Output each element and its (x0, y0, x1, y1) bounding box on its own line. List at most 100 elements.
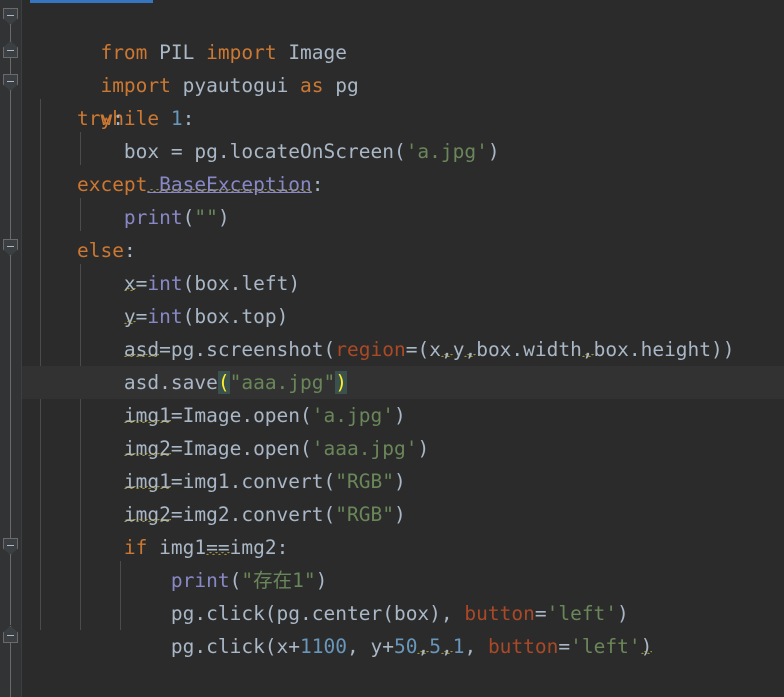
token-punct: ) (217, 206, 230, 229)
token-string: "RGB" (335, 503, 394, 526)
token-expression: =img2.convert( (170, 503, 336, 526)
token-number: 1100 (300, 635, 347, 658)
token-punct: ) (417, 437, 430, 460)
token-string: 'left' (546, 602, 618, 625)
code-line[interactable]: except BaseException: (22, 168, 784, 201)
token-punct: , (464, 338, 477, 361)
token-expression: box = pg.locateOnScreen( (123, 140, 406, 163)
token-builtin-int: int (147, 272, 183, 295)
token-operator: = (135, 305, 148, 328)
editor-gutter[interactable] (0, 0, 22, 697)
code-line[interactable]: print("存在1") (22, 564, 784, 597)
token-number: 50 (393, 635, 418, 658)
code-text-area[interactable]: from PIL import Image import pyautogui a… (22, 0, 784, 697)
token-punct: , (417, 635, 430, 658)
token-punct: : (276, 536, 289, 559)
fold-minus-icon (7, 635, 14, 636)
token-string: "存在1" (241, 569, 316, 592)
token-matched-bracket-open: ( (217, 371, 230, 394)
code-line[interactable]: from PIL import Image (22, 3, 784, 64)
token-variable: img1 (123, 470, 171, 493)
code-line[interactable]: img1=img1.convert("RGB") (22, 465, 784, 498)
token-variable: y (123, 305, 136, 328)
code-line[interactable]: import pyautogui as pg (22, 36, 784, 97)
code-line[interactable]: while 1: (22, 69, 784, 130)
token-string: 'a.jpg' (405, 140, 488, 163)
token-punct: ( (229, 569, 242, 592)
code-line[interactable]: if img1==img2: (22, 531, 784, 564)
token-operand: img2 (229, 536, 277, 559)
token-punct: , (440, 338, 453, 361)
code-line[interactable]: else: (22, 234, 784, 267)
fold-minus-icon (7, 50, 14, 51)
token-punct: , (464, 635, 488, 658)
token-punct: ) (617, 602, 629, 625)
code-line-current[interactable]: asd.save("aaa.jpg") (22, 366, 784, 399)
token-number: 5 (429, 635, 441, 658)
token-operator: = (135, 272, 148, 295)
token-punct: ) (393, 470, 406, 493)
token-string: 'aaa.jpg' (311, 437, 418, 460)
token-expression: =Image.open( (170, 437, 312, 460)
token-variable: img2 (123, 503, 171, 526)
code-line[interactable]: pg.click(pg.center(box), button='left') (22, 597, 784, 630)
token-keyword: else (76, 239, 124, 262)
token-expression: =Image.open( (170, 404, 312, 427)
code-editor-window[interactable]: from PIL import Image import pyautogui a… (0, 0, 784, 697)
token-builtin-print: print (123, 206, 183, 229)
token-keyword: try (76, 107, 113, 130)
token-variable: x (123, 272, 136, 295)
code-line[interactable]: img2=Image.open('aaa.jpg') (22, 432, 784, 465)
token-punct: : (311, 173, 324, 196)
fold-minus-icon (7, 545, 14, 546)
code-line[interactable]: x=int(box.left) (22, 267, 784, 300)
token-arg: y (452, 338, 465, 361)
token-expression: (box.left) (182, 272, 301, 295)
token-number: 1 (452, 635, 465, 658)
fold-connector-line (10, 553, 11, 625)
token-expression: pg.click(x+ (170, 635, 301, 658)
token-builtin-print: print (170, 569, 230, 592)
token-expression: , y+ (347, 635, 394, 658)
token-string: "aaa.jpg" (229, 371, 336, 394)
code-line[interactable]: print("") (22, 201, 784, 234)
code-line[interactable]: try: (22, 102, 784, 135)
code-line[interactable]: pg.click(x+1100, y+50,5,1, button='left'… (22, 630, 784, 663)
token-keyword-argument: button (487, 635, 559, 658)
token-expression: =pg.screenshot( (159, 338, 336, 361)
token-keyword-argument: button (464, 602, 535, 625)
token-variable: asd (123, 338, 160, 361)
token-expression: pg.click(pg.center(box), (170, 602, 465, 625)
token-variable: img2 (123, 437, 171, 460)
token-operator: =( (405, 338, 430, 361)
token-expression: asd.save (123, 371, 218, 394)
fold-minus-icon (7, 15, 14, 16)
code-line[interactable]: asd=pg.screenshot(region=(x,y,box.width,… (22, 333, 784, 366)
fold-connector-line (10, 253, 11, 543)
code-line[interactable]: img2=img2.convert("RGB") (22, 498, 784, 531)
token-expression: (box.top) (182, 305, 289, 328)
token-arg: box.height)) (593, 338, 735, 361)
token-operator: = (534, 602, 547, 625)
token-operator: = (558, 635, 571, 658)
token-punct: : (112, 107, 124, 130)
token-punct: ) (640, 635, 653, 658)
token-arg: box.width (476, 338, 582, 361)
token-punct: ) (393, 404, 406, 427)
token-keyword: if (123, 536, 148, 559)
code-line[interactable]: box = pg.locateOnScreen('a.jpg') (22, 135, 784, 168)
token-keyword: except (76, 173, 148, 196)
token-matched-bracket-close: ) (335, 371, 348, 394)
token-punct: ) (487, 140, 500, 163)
fold-connector-line (10, 640, 11, 697)
token-string: "RGB" (335, 470, 394, 493)
token-builtin-int: int (147, 305, 183, 328)
code-line[interactable]: img1=Image.open('a.jpg') (22, 399, 784, 432)
token-punct: : (123, 239, 136, 262)
token-punct: , (440, 635, 453, 658)
token-punct: ) (315, 569, 328, 592)
token-string: 'left' (570, 635, 641, 658)
token-arg: x (429, 338, 441, 361)
token-operator-equals: == (206, 536, 230, 559)
code-line[interactable]: y=int(box.top) (22, 300, 784, 333)
